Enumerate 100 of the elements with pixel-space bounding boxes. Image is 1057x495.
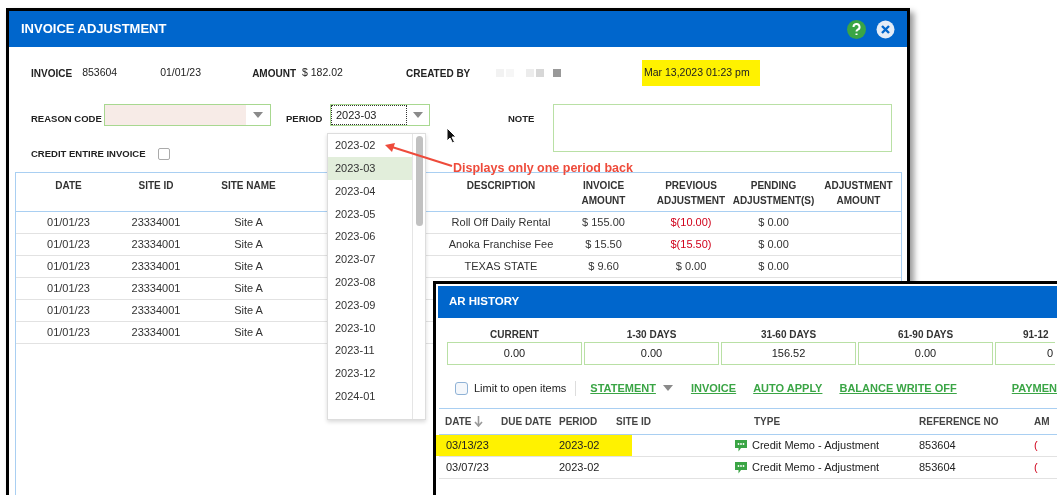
dropdown-option[interactable]: 2023-02 [328,134,412,157]
aging-value-box: 0.00 [584,342,719,365]
column-header: DUE DATE [501,415,552,429]
aging-label: 1-30 DAYS [626,328,677,342]
dropdown-option[interactable]: 2023-03 [328,156,412,180]
table-cell-text: Site A [234,281,263,297]
table-cell-text: 2023-02 [559,460,601,476]
table-cell-text: 01/01/23 [47,325,90,341]
field-label: CREDIT ENTIRE INVOICE [31,146,146,161]
aging-label: CURRENT [490,328,539,342]
table-cell-text: 01/01/23 [47,281,90,297]
column-header: PREVIOUS ADJUSTMENT [655,179,727,208]
table-cell-text: Credit Memo - Adjustment [752,438,880,454]
field-label: REASON CODE [31,112,103,126]
column-header: PENDING ADJUSTMENT(S) [731,179,816,208]
table-cell-text: 23334001 [131,259,181,275]
table-cell-text: $ 0.00 [675,259,707,275]
field-label: AMOUNT [252,66,296,81]
table-cell-text: Site A [234,259,263,275]
scrollbar-thumb[interactable] [415,136,423,226]
table-cell-text: 03/07/23 [445,460,490,476]
table-cell-text: 23334001 [131,281,181,297]
column-header: AM [1034,415,1050,429]
dropdown-option[interactable]: 2023-05 [328,202,412,226]
table-cell-text: 01/01/23 [47,303,90,319]
dropdown-option[interactable]: 2023-07 [328,248,412,271]
table-cell-text: $ 9.60 [588,259,619,275]
table-cell-text: 853604 [919,438,957,454]
aging-value-box: 0.00 [447,342,582,365]
column-header: SITE NAME [220,179,277,193]
dropdown-option[interactable]: 2023-04 [328,179,412,203]
table-cell-text: 03/13/23 [445,438,490,454]
column-header: SITE ID [137,179,175,193]
created-timestamp: Mar 13,2023 01:23 pm [642,60,760,86]
table-cell-text: 23334001 [131,215,181,231]
mouse-cursor-icon [446,127,457,144]
annotation-arrow [384,141,454,169]
table-cell-text: Site A [234,303,263,319]
table-cell-text: 23334001 [131,303,181,319]
table-cell-text: 01/01/23 [47,259,90,275]
aging-value-box: 0 [995,342,1055,365]
checkbox-label: Limit to open items [474,380,567,396]
dropdown-option[interactable]: 2023-09 [328,293,412,317]
table-cell-text: Site A [234,325,263,341]
dropdown-option[interactable]: 2024-01 [328,384,412,408]
column-header: DATE [54,179,83,193]
window-title: INVOICE ADJUSTMENT [21,20,167,39]
amount-value: $ 182.02 [302,65,344,81]
table-cell-text: ( [1034,460,1039,476]
table-cell-text: Site A [234,215,263,231]
dropdown-option[interactable]: 2023-06 [328,225,412,248]
table-cell-text: TEXAS STATE [464,259,538,275]
table-cell-text: 2023-02 [559,438,601,454]
table-cell-text: 853604 [919,460,957,476]
table-cell-text: 23334001 [131,237,181,253]
table-cell-text: 23334001 [131,325,181,341]
table-cell-text: Anoka Franchise Fee [448,237,554,253]
field-label: PERIOD [286,112,324,126]
aging-value-box: 156.52 [721,342,856,365]
table-cell-text: $(10.00) [670,215,712,231]
checkbox[interactable] [157,148,170,160]
aging-label: 31-60 DAYS [760,328,817,342]
speech-bubble-icon [734,438,748,453]
table-cell-text: Roll Off Daily Rental [451,215,551,231]
dropdown-option[interactable]: 2023-11 [328,339,412,362]
column-header: PERIOD [559,415,598,429]
table-cell-text: Site A [234,237,263,253]
table-cell-text: $(15.50) [670,237,712,253]
column-header: ADJUSTMENT AMOUNT [823,179,894,208]
help-icon[interactable] [847,19,866,39]
column-header: DATE [445,415,472,429]
checkbox[interactable] [455,381,468,395]
caret-icon [413,112,423,118]
note-field[interactable] [553,104,892,152]
table-cell-text: $ 15.50 [585,237,622,253]
aging-value-box: 0.00 [858,342,993,365]
column-header: TYPE [754,415,781,429]
field-label: INVOICE [31,66,73,81]
column-header: INVOICE AMOUNT [580,179,627,208]
annotation-text: Displays only one period back [453,160,633,177]
speech-bubble-icon [734,460,748,475]
reason-code-dropdown[interactable] [104,104,271,126]
period-dropdown[interactable]: 2023-03 [330,104,430,126]
close-icon[interactable] [876,19,895,39]
table-cell-text: 01/01/23 [47,237,90,253]
column-header: SITE ID [616,415,651,429]
invoice-date: 01/01/23 [160,65,202,81]
table-cell-text: $ 0.00 [758,215,789,231]
dropdown-option[interactable]: 2023-12 [328,361,412,385]
table-cell-text: $ 0.00 [758,237,789,253]
dropdown-option[interactable]: 2023-10 [328,316,412,340]
column-header: REFERENCE NO [919,415,999,429]
dropdown-option[interactable]: 2023-08 [328,270,412,294]
table-cell-text: $ 0.00 [758,259,789,275]
aging-label: 61-90 DAYS [897,328,954,342]
table-cell-text: ( [1034,438,1039,454]
redacted-name [496,68,562,78]
field-label: NOTE [508,112,536,126]
sort-down-icon[interactable] [474,416,484,427]
caret-icon [662,385,673,391]
